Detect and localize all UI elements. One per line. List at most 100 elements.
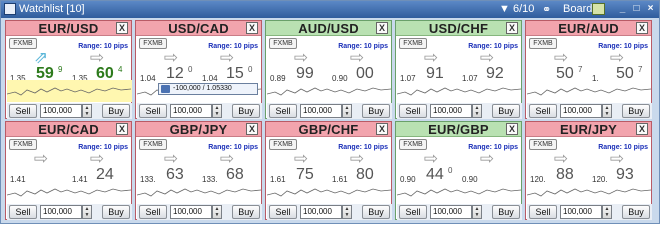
sparkline-line bbox=[136, 188, 262, 197]
order-controls: Sell 100,000 ▲ ▼ Buy bbox=[137, 204, 262, 220]
order-controls: Sell 100,000 ▲ ▼ Buy bbox=[267, 204, 392, 220]
quantity-stepper[interactable]: ▲ ▼ bbox=[82, 205, 92, 219]
watchlist-card[interactable]: EUR/JPY X FXMB Range: 10 pips ⇨ ⇨ 120. 8… bbox=[525, 121, 652, 220]
quantity-input[interactable]: 100,000 bbox=[300, 104, 342, 118]
broker-logo: FXMB bbox=[529, 38, 557, 49]
quantity-stepper[interactable]: ▲ ▼ bbox=[342, 104, 352, 118]
quantity-stepper[interactable]: ▲ ▼ bbox=[212, 205, 222, 219]
window-title: Watchlist [10] bbox=[19, 3, 85, 15]
symbol-label: EUR/JPY bbox=[559, 122, 618, 137]
board-button[interactable]: Board bbox=[563, 3, 592, 15]
quantity-stepper[interactable]: ▲ ▼ bbox=[212, 104, 222, 118]
bid-trend-icon: ⇨ bbox=[163, 48, 179, 67]
close-card-button[interactable]: X bbox=[636, 22, 648, 34]
minimize-icon[interactable]: _ bbox=[617, 4, 628, 15]
quantity-stepper[interactable]: ▲ ▼ bbox=[472, 104, 482, 118]
buy-button[interactable]: Buy bbox=[622, 205, 650, 219]
symbol-label: EUR/AUD bbox=[558, 21, 619, 36]
ask-trend-icon: ⇨ bbox=[609, 149, 625, 168]
sell-button[interactable]: Sell bbox=[399, 104, 427, 118]
buy-button[interactable]: Buy bbox=[102, 104, 130, 118]
watchlist-card[interactable]: USD/CHF X FXMB Range: 10 pips ⇨ ⇨ 1.07 9… bbox=[395, 20, 522, 119]
watchlist-card[interactable]: GBP/CHF X FXMB Range: 10 pips ⇨ ⇨ 1.61 7… bbox=[265, 121, 392, 220]
maximize-icon[interactable]: □ bbox=[631, 4, 642, 15]
close-card-button[interactable]: X bbox=[506, 123, 518, 135]
quantity-input[interactable]: 100,000 bbox=[170, 205, 212, 219]
close-card-button[interactable]: X bbox=[116, 123, 128, 135]
sell-button[interactable]: Sell bbox=[269, 205, 297, 219]
card-header: USD/CHF X bbox=[396, 21, 521, 36]
watchlist-card[interactable]: GBP/JPY X FXMB Range: 10 pips ⇨ ⇨ 133. 6… bbox=[135, 121, 262, 220]
quantity-stepper[interactable]: ▲ ▼ bbox=[602, 205, 612, 219]
buy-button[interactable]: Buy bbox=[492, 205, 520, 219]
watchlist-card[interactable]: EUR/AUD X FXMB Range: 10 pips ⇨ ⇨ 50 7 1… bbox=[525, 20, 652, 119]
sell-button[interactable]: Sell bbox=[529, 104, 557, 118]
broker-logo: FXMB bbox=[269, 139, 297, 150]
close-card-button[interactable]: X bbox=[246, 123, 258, 135]
close-card-button[interactable]: X bbox=[246, 22, 258, 34]
symbol-label: USD/CHF bbox=[428, 21, 489, 36]
sell-button[interactable]: Sell bbox=[139, 104, 167, 118]
ask-trend-icon: ⇨ bbox=[349, 149, 365, 168]
watchlist-card[interactable]: AUD/USD X FXMB Range: 10 pips ⇨ ⇨ 0.89 9… bbox=[265, 20, 392, 119]
close-card-button[interactable]: X bbox=[376, 22, 388, 34]
bid-fraction: 0 bbox=[188, 65, 193, 74]
card-header: USD/CAD X bbox=[136, 21, 261, 36]
ask-trend-icon: ⇨ bbox=[89, 48, 105, 67]
broker-logo: FXMB bbox=[269, 38, 297, 49]
filter-icon[interactable]: ▼ bbox=[499, 3, 510, 15]
watchlist-card[interactable]: EUR/GBP X FXMB Range: 10 pips ⇨ ⇨ 0.90 4… bbox=[395, 121, 522, 220]
symbol-label: GBP/JPY bbox=[169, 122, 228, 137]
quantity-input[interactable]: 100,000 bbox=[300, 205, 342, 219]
quantity-stepper[interactable]: ▲ ▼ bbox=[472, 205, 482, 219]
quantity-input[interactable]: 100,000 bbox=[40, 205, 82, 219]
quantity-input[interactable]: 100,000 bbox=[40, 104, 82, 118]
watchlist-card[interactable]: EUR/CAD X FXMB Range: 10 pips ⇨ ⇨ 1.41 1… bbox=[5, 121, 132, 220]
watchlist-window: Watchlist [10] ▼ 6/10 ⚭ Board _ □ × EUR/… bbox=[0, 0, 660, 224]
bid-fraction: 9 bbox=[58, 65, 63, 74]
watchlist-card[interactable]: EUR/USD X FXMB Range: 10 pips ⇗ ⇨ 1.35 5… bbox=[5, 20, 132, 119]
quantity-stepper[interactable]: ▲ ▼ bbox=[602, 104, 612, 118]
quantity-input[interactable]: 100,000 bbox=[560, 104, 602, 118]
sell-button[interactable]: Sell bbox=[139, 205, 167, 219]
quantity-input[interactable]: 100,000 bbox=[430, 104, 472, 118]
close-icon[interactable]: × bbox=[645, 4, 656, 15]
price-sparkline bbox=[526, 80, 652, 102]
quantity-stepper[interactable]: ▲ ▼ bbox=[342, 205, 352, 219]
sparkline-line bbox=[6, 87, 132, 96]
order-controls: Sell 100,000 ▲ ▼ Buy bbox=[267, 103, 392, 119]
board-view-icon[interactable] bbox=[592, 3, 605, 15]
quantity-input[interactable]: 100,000 bbox=[560, 205, 602, 219]
sell-button[interactable]: Sell bbox=[269, 104, 297, 118]
buy-button[interactable]: Buy bbox=[232, 205, 260, 219]
buy-button[interactable]: Buy bbox=[102, 205, 130, 219]
buy-button[interactable]: Buy bbox=[362, 104, 390, 118]
sell-button[interactable]: Sell bbox=[399, 205, 427, 219]
link-icon[interactable]: ⚭ bbox=[542, 3, 551, 16]
sell-button[interactable]: Sell bbox=[529, 205, 557, 219]
close-card-button[interactable]: X bbox=[116, 22, 128, 34]
buy-button[interactable]: Buy bbox=[232, 104, 260, 118]
buy-button[interactable]: Buy bbox=[362, 205, 390, 219]
ask-trend-icon: ⇨ bbox=[219, 48, 235, 67]
sell-button[interactable]: Sell bbox=[9, 104, 37, 118]
quantity-stepper[interactable]: ▲ ▼ bbox=[82, 104, 92, 118]
broker-logo: FXMB bbox=[399, 38, 427, 49]
sparkline-svg bbox=[6, 87, 132, 96]
buy-button[interactable]: Buy bbox=[492, 104, 520, 118]
close-card-button[interactable]: X bbox=[506, 22, 518, 34]
symbol-label: EUR/CAD bbox=[38, 122, 99, 137]
buy-button[interactable]: Buy bbox=[622, 104, 650, 118]
sparkline-line bbox=[6, 188, 132, 197]
price-sparkline bbox=[266, 80, 392, 102]
watchlist-card[interactable]: USD/CAD X FXMB Range: 10 pips ⇨ ⇨ 1.04 1… bbox=[135, 20, 262, 119]
bid-trend-icon: ⇨ bbox=[293, 149, 309, 168]
close-card-button[interactable]: X bbox=[636, 123, 648, 135]
sparkline-svg bbox=[6, 188, 132, 197]
sell-button[interactable]: Sell bbox=[9, 205, 37, 219]
close-card-button[interactable]: X bbox=[376, 123, 388, 135]
card-header: GBP/CHF X bbox=[266, 122, 391, 137]
quantity-input[interactable]: 100,000 bbox=[170, 104, 212, 118]
symbol-label: EUR/USD bbox=[38, 21, 99, 36]
quantity-input[interactable]: 100,000 bbox=[430, 205, 472, 219]
